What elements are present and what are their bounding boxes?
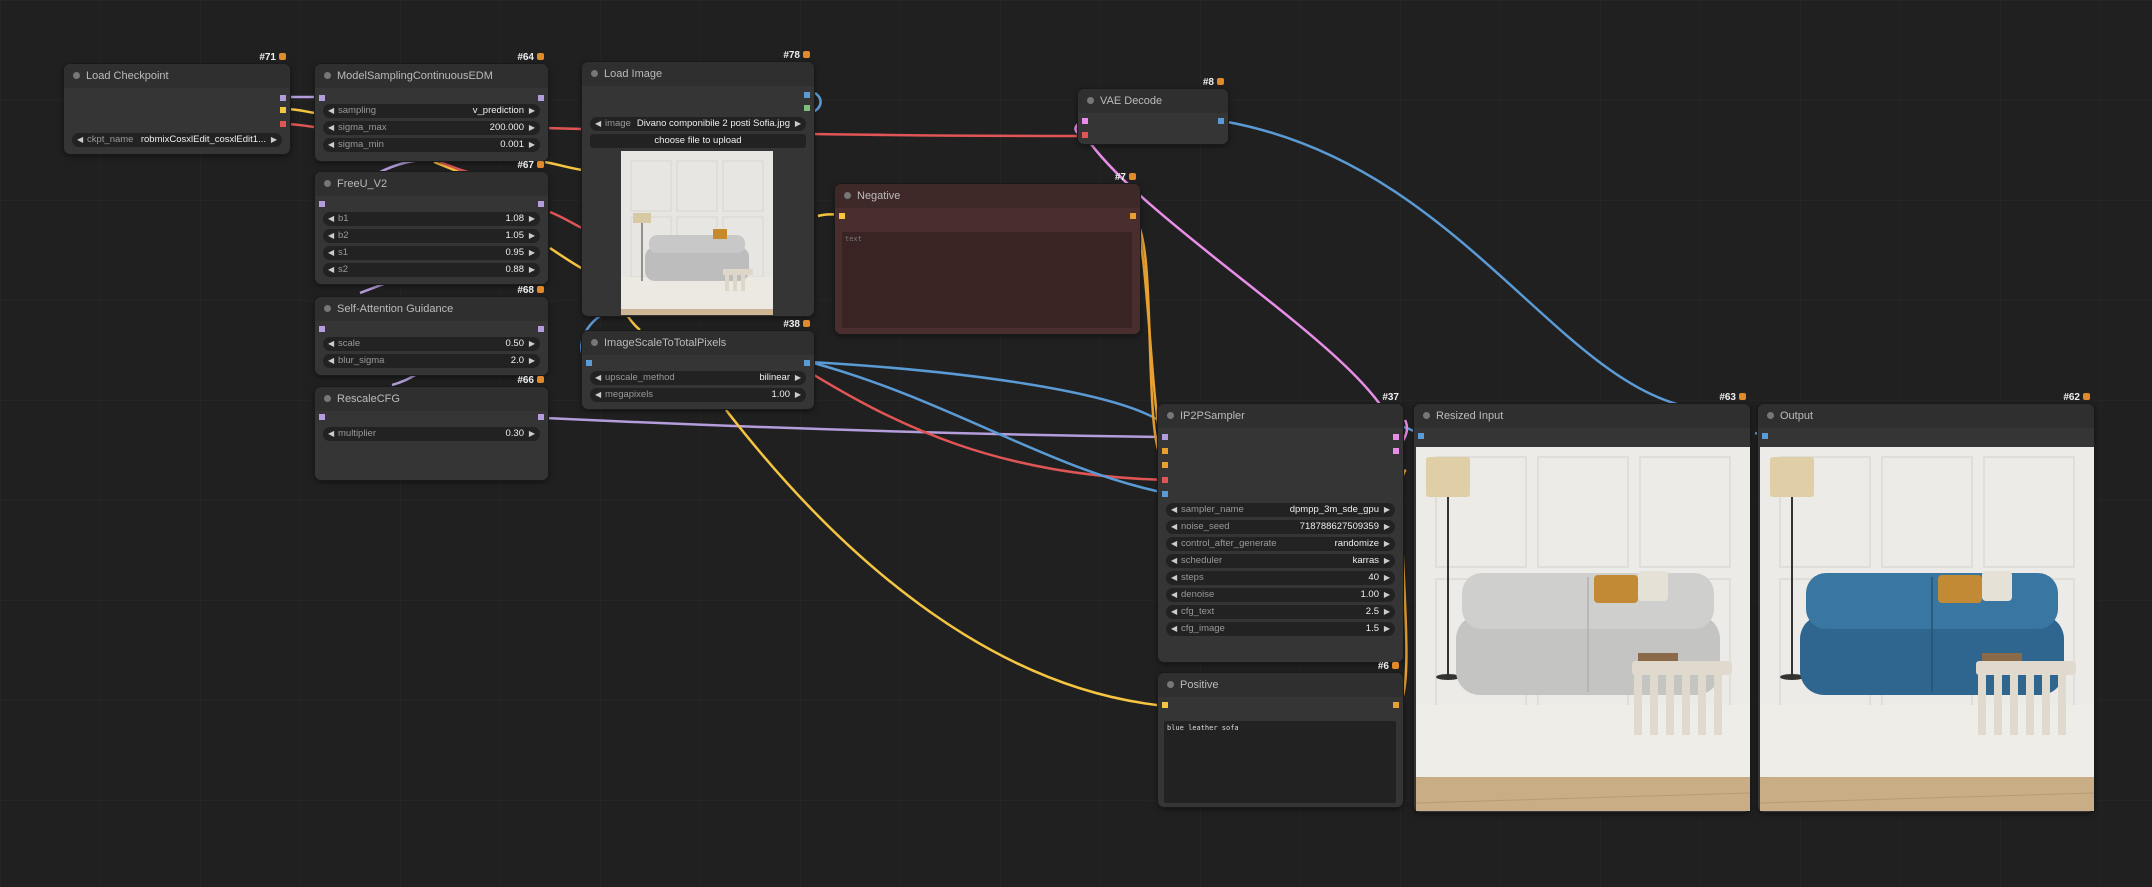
node-title[interactable]: Positive <box>1158 673 1403 697</box>
load-image-node[interactable]: #78 Load Image ◀ image Divano componibile … <box>582 50 814 316</box>
image-output-port[interactable] <box>804 92 810 98</box>
node-title[interactable]: Output <box>1758 404 2094 428</box>
model-input-port[interactable] <box>319 95 325 101</box>
mask-output-port[interactable] <box>804 105 810 111</box>
clip-input-port[interactable] <box>839 213 845 219</box>
node-title[interactable]: ImageScaleToTotalPixels <box>582 331 814 355</box>
conditioning-output-port[interactable] <box>1393 702 1399 708</box>
ip2p-sampler-node[interactable]: #37 IP2PSampler ◀ sampler_name dpmpp_3m_sd… <box>1158 392 1403 662</box>
node-id-badge: #38 <box>783 319 810 330</box>
output-preview-node[interactable]: #62 Output <box>1758 392 2094 812</box>
multiplier-number[interactable]: ◀ multiplier 0.30 ▶ <box>323 427 540 441</box>
upscale-method-combo[interactable]: ◀ upscale_method bilinear ▶ <box>590 371 806 385</box>
output-image <box>1760 447 2094 811</box>
blur-sigma-number[interactable]: ◀ blur_sigma 2.0 ▶ <box>323 354 540 368</box>
vae-input-port[interactable] <box>1162 477 1168 483</box>
images-input-port[interactable] <box>1762 433 1768 439</box>
image-preview-sofa <box>621 151 773 315</box>
node-id-badge: #62 <box>2063 392 2090 403</box>
sampler-name-combo[interactable]: ◀ sampler_name dpmpp_3m_sde_gpu ▶ <box>1166 503 1395 517</box>
freeu-node[interactable]: #67 FreeU_V2 ◀ b1 1.08 ▶ ◀ b2 1.05 ▶ ◀ s1 0.95 ▶ … <box>315 160 548 284</box>
ckpt-name-combo[interactable]: ◀ ckpt_name robmixCosxlEdit_cosxlEdit1... ▶ <box>72 133 282 147</box>
model-output-port[interactable] <box>538 326 544 332</box>
node-title[interactable]: FreeU_V2 <box>315 172 548 196</box>
model-output-port[interactable] <box>538 201 544 207</box>
noise-seed-number[interactable]: ◀ noise_seed 718788627509359 ▶ <box>1166 520 1395 534</box>
model-output-port[interactable] <box>538 414 544 420</box>
b1-number[interactable]: ◀ b1 1.08 ▶ <box>323 212 540 226</box>
sampling-combo[interactable]: ◀ sampling v_prediction ▶ <box>323 104 540 118</box>
node-id-badge: #7 <box>1115 172 1136 183</box>
b2-number[interactable]: ◀ b2 1.05 ▶ <box>323 229 540 243</box>
model-input-port[interactable] <box>1162 434 1168 440</box>
image-input-port[interactable] <box>586 360 592 366</box>
node-id-badge: #63 <box>1719 392 1746 403</box>
image-output-port[interactable] <box>804 360 810 366</box>
latent-output-port[interactable] <box>1393 434 1399 440</box>
negative-prompt-node[interactable]: #7 Negative text <box>835 172 1140 334</box>
node-id-badge: #67 <box>517 160 544 171</box>
negative-prompt-textarea[interactable]: text <box>842 232 1132 328</box>
scale-number[interactable]: ◀ scale 0.50 ▶ <box>323 337 540 351</box>
model-input-port[interactable] <box>319 414 325 420</box>
s1-number[interactable]: ◀ s1 0.95 ▶ <box>323 246 540 260</box>
denoise-number[interactable]: ◀ denoise 1.00 ▶ <box>1166 588 1395 602</box>
vae-input-port[interactable] <box>1082 132 1088 138</box>
sigma-min-number[interactable]: ◀ sigma_min 0.001 ▶ <box>323 138 540 152</box>
sigma-max-number[interactable]: ◀ sigma_max 200.000 ▶ <box>323 121 540 135</box>
cfg-text-number[interactable]: ◀ cfg_text 2.5 ▶ <box>1166 605 1395 619</box>
node-id-badge: #78 <box>783 50 810 61</box>
megapixels-number[interactable]: ◀ megapixels 1.00 ▶ <box>590 388 806 402</box>
resized-input-image <box>1416 447 1750 811</box>
node-title[interactable]: Resized Input <box>1414 404 1750 428</box>
node-title[interactable]: Self-Attention Guidance <box>315 297 548 321</box>
node-id-badge: #68 <box>517 285 544 296</box>
conditioning-output-port[interactable] <box>1130 213 1136 219</box>
node-title[interactable]: RescaleCFG <box>315 387 548 411</box>
clip-input-port[interactable] <box>1162 702 1168 708</box>
scheduler-combo[interactable]: ◀ scheduler karras ▶ <box>1166 554 1395 568</box>
s2-number[interactable]: ◀ s2 0.88 ▶ <box>323 263 540 277</box>
node-id-badge: #71 <box>259 52 286 63</box>
node-title[interactable]: Negative <box>835 184 1140 208</box>
node-title[interactable]: IP2PSampler <box>1158 404 1403 428</box>
rescale-cfg-node[interactable]: #66 RescaleCFG ◀ multiplier 0.30 ▶ <box>315 375 548 480</box>
node-id-badge: #6 <box>1378 661 1399 672</box>
model-input-port[interactable] <box>319 201 325 207</box>
vae-decode-node[interactable]: #8 VAE Decode <box>1078 77 1228 144</box>
resized-input-preview-node[interactable]: #63 Resized Input <box>1414 392 1750 812</box>
image-file-combo[interactable]: ◀ image Divano componibile 2 posti Sofia.j… <box>590 117 806 131</box>
node-id-badge: #64 <box>517 52 544 63</box>
clip-output-port[interactable] <box>280 107 286 113</box>
positive-prompt-textarea[interactable]: blue leather sofa <box>1164 721 1396 803</box>
samples-input-port[interactable] <box>1082 118 1088 124</box>
self-attention-guidance-node[interactable]: #68 Self-Attention Guidance ◀ scale 0.50 ▶ … <box>315 285 548 375</box>
cfg-image-number[interactable]: ◀ cfg_image 1.5 ▶ <box>1166 622 1395 636</box>
node-id-badge: #37 <box>1382 392 1399 403</box>
vae-output-port[interactable] <box>280 121 286 127</box>
model-output-port[interactable] <box>280 95 286 101</box>
steps-number[interactable]: ◀ steps 40 ▶ <box>1166 571 1395 585</box>
node-title[interactable]: Load Image <box>582 62 814 86</box>
images-input-port[interactable] <box>1418 433 1424 439</box>
latent-output-port-2[interactable] <box>1393 448 1399 454</box>
load-checkpoint-node[interactable]: #71 Load Checkpoint ◀ ckpt_name robmixCosx… <box>64 52 290 154</box>
positive-input-port[interactable] <box>1162 448 1168 454</box>
control-after-generate-combo[interactable]: ◀ control_after_generate randomize ▶ <box>1166 537 1395 551</box>
positive-prompt-node[interactable]: #6 Positive blue leather sofa <box>1158 661 1403 807</box>
pixels-input-port[interactable] <box>1162 491 1168 497</box>
node-id-badge: #66 <box>517 375 544 386</box>
node-title[interactable]: Load Checkpoint <box>64 64 290 88</box>
node-title[interactable]: ModelSamplingContinuousEDM <box>315 64 548 88</box>
image-scale-node[interactable]: #38 ImageScaleToTotalPixels ◀ upscale_met… <box>582 319 814 409</box>
upload-button[interactable]: choose file to upload <box>590 134 806 148</box>
negative-input-port[interactable] <box>1162 462 1168 468</box>
model-output-port[interactable] <box>538 95 544 101</box>
model-input-port[interactable] <box>319 326 325 332</box>
node-id-badge: #8 <box>1203 77 1224 88</box>
model-sampling-node[interactable]: #64 ModelSamplingContinuousEDM ◀ sampling… <box>315 52 548 161</box>
node-title[interactable]: VAE Decode <box>1078 89 1228 113</box>
image-output-port[interactable] <box>1218 118 1224 124</box>
